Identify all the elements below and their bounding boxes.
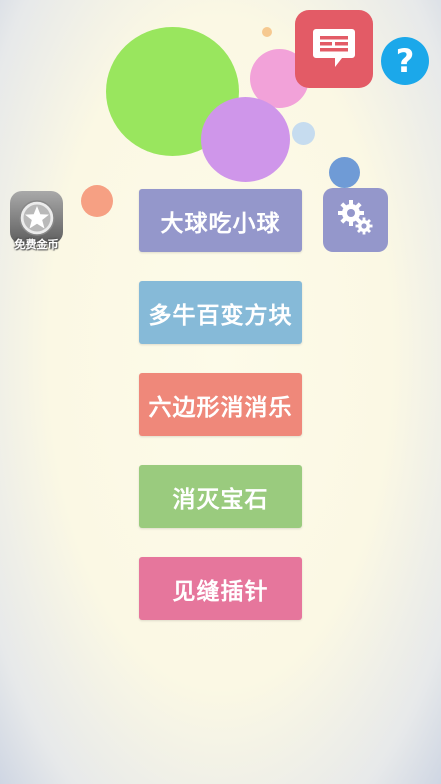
game-button-blocks[interactable]: 多牛百变方块 [139, 281, 302, 344]
gear-icon [334, 196, 378, 244]
messages-button[interactable] [295, 10, 373, 88]
bubble-lightblue [292, 122, 315, 145]
bubble-blue [329, 157, 360, 188]
bubble-orange [81, 185, 113, 217]
game-button-pins[interactable]: 见缝插针 [139, 557, 302, 620]
bubble-peach-small [262, 27, 272, 37]
question-icon: ? [395, 42, 415, 80]
game-button-gems[interactable]: 消灭宝石 [139, 465, 302, 528]
free-coins-button[interactable]: 免费金币 [10, 191, 63, 253]
game-button-big-ball[interactable]: 大球吃小球 [139, 189, 302, 252]
bubble-purple [201, 97, 290, 182]
game-button-hexagon[interactable]: 六边形消消乐 [139, 373, 302, 436]
help-button[interactable]: ? [381, 37, 429, 85]
free-coins-label: 免费金币 [14, 238, 59, 251]
settings-button[interactable] [323, 188, 388, 252]
message-icon [308, 21, 360, 77]
